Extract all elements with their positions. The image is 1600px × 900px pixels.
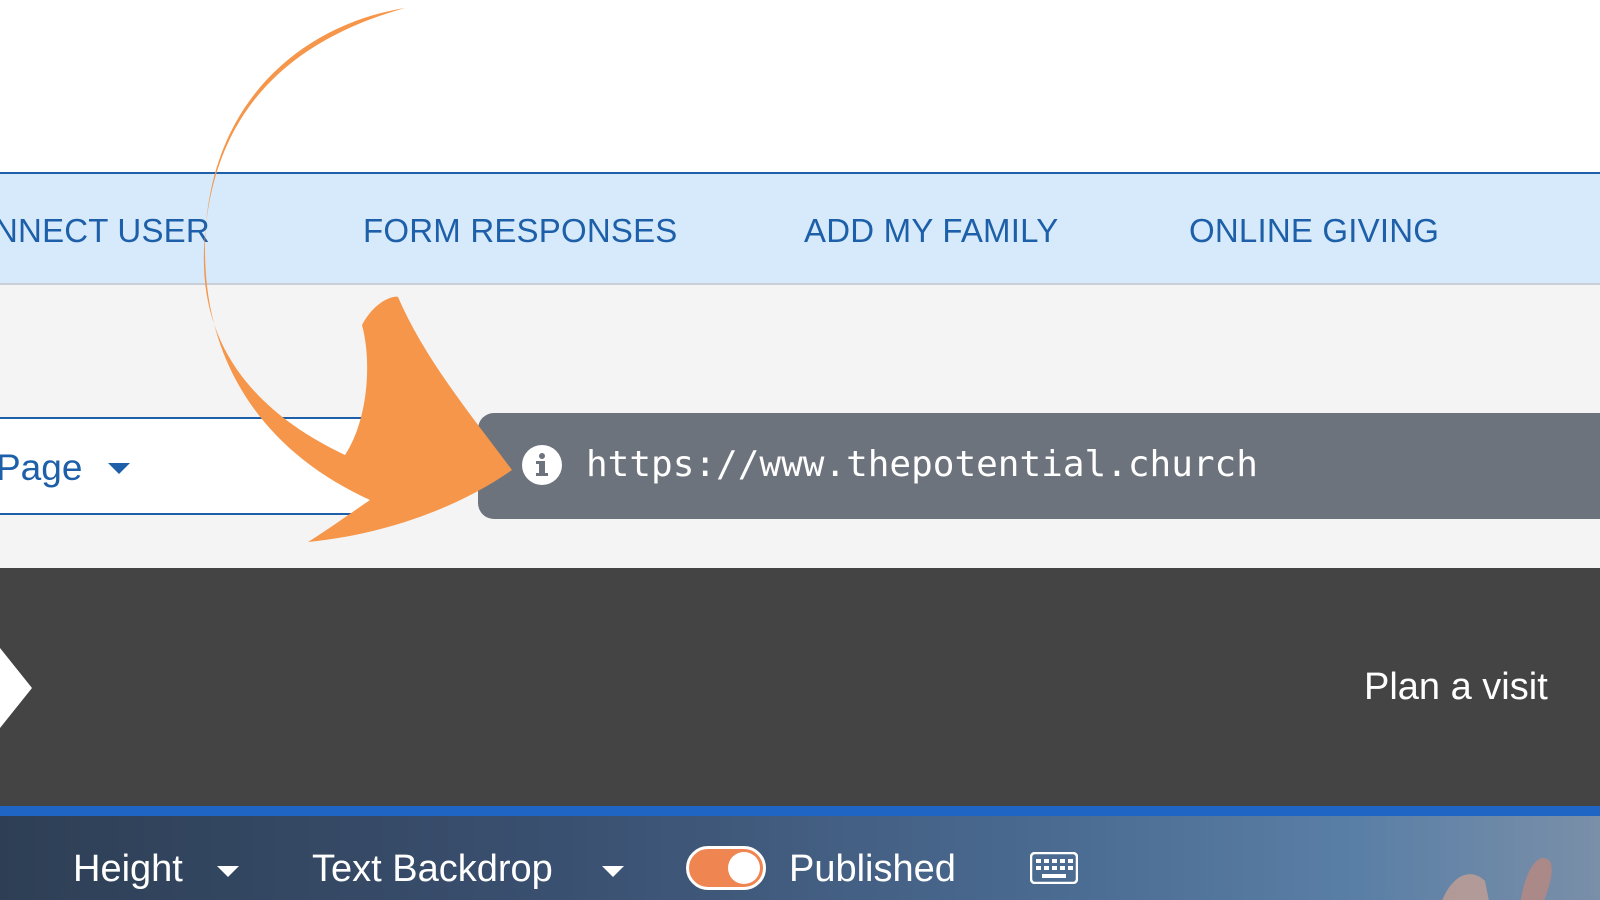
- slide-arrow-icon[interactable]: [0, 648, 40, 728]
- keyboard-icon[interactable]: [1030, 852, 1078, 884]
- nav-tab-bar: NNECT USER FORM RESPONSES ADD MY FAMILY …: [0, 172, 1600, 285]
- height-dropdown[interactable]: Height: [73, 848, 183, 891]
- text-backdrop-chevron-down-icon[interactable]: [602, 866, 624, 877]
- hand-image-fragment: [1442, 858, 1552, 900]
- toggle-knob: [728, 852, 760, 884]
- page-select-label: Page: [0, 447, 83, 488]
- plan-a-visit-link[interactable]: Plan a visit: [1364, 666, 1548, 709]
- info-icon: [522, 445, 562, 485]
- screenshot-stage: NNECT USER FORM RESPONSES ADD MY FAMILY …: [0, 0, 1600, 900]
- nav-item-online-giving[interactable]: ONLINE GIVING: [1189, 212, 1439, 250]
- published-toggle[interactable]: [686, 846, 766, 890]
- height-label: Height: [73, 848, 183, 890]
- published-label: Published: [789, 848, 956, 890]
- nav-item-connect-user[interactable]: NNECT USER: [0, 212, 210, 250]
- text-backdrop-label: Text Backdrop: [312, 848, 553, 890]
- nav-item-add-my-family[interactable]: ADD MY FAMILY: [804, 212, 1058, 250]
- banner-divider: [0, 806, 1600, 816]
- nav-item-form-responses[interactable]: FORM RESPONSES: [363, 212, 678, 250]
- hero-banner: Plan a visit: [0, 568, 1600, 806]
- section-toolbar: Height Text Backdrop Published: [0, 816, 1600, 900]
- chevron-down-icon: [108, 463, 130, 474]
- text-backdrop-dropdown[interactable]: Text Backdrop: [312, 848, 553, 891]
- url-tooltip: https://www.thepotential.church: [478, 413, 1600, 519]
- page-select-dropdown[interactable]: Page: [0, 417, 396, 515]
- height-chevron-down-icon[interactable]: [217, 866, 239, 877]
- url-text: https://www.thepotential.church: [586, 444, 1258, 485]
